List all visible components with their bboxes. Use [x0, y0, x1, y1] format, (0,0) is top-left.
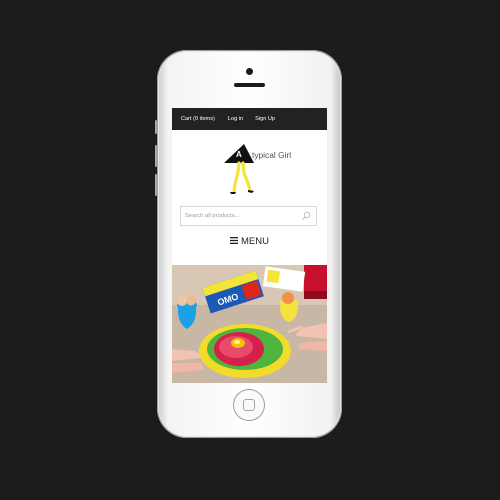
- phone-frame: Cart (0 items) Log in Sign Up A typical …: [155, 50, 342, 438]
- mute-switch: [155, 120, 157, 134]
- hamburger-icon: [230, 237, 238, 244]
- home-button-icon: [243, 399, 255, 411]
- hero-image[interactable]: OMO: [172, 265, 327, 383]
- home-button[interactable]: [234, 390, 264, 420]
- search-box: [180, 206, 317, 226]
- search-icon[interactable]: [301, 211, 311, 221]
- top-nav-bar: Cart (0 items) Log in Sign Up: [172, 108, 327, 130]
- volume-up-button: [155, 145, 157, 167]
- login-link[interactable]: Log in: [228, 116, 243, 122]
- volume-down-button: [155, 174, 157, 196]
- earpiece-speaker: [234, 83, 265, 87]
- menu-label: MENU: [241, 236, 269, 247]
- search-input[interactable]: [185, 209, 295, 223]
- signup-link[interactable]: Sign Up: [255, 116, 275, 122]
- logo-graphic: [224, 144, 254, 194]
- site-logo[interactable]: A typical Girl: [172, 130, 327, 195]
- front-camera: [246, 68, 253, 75]
- phone-screen: Cart (0 items) Log in Sign Up A typical …: [172, 108, 327, 383]
- logo-name: typical Girl: [252, 150, 292, 160]
- menu-toggle[interactable]: MENU: [172, 236, 327, 247]
- cart-link[interactable]: Cart (0 items): [181, 116, 215, 122]
- logo-letter: A: [236, 150, 242, 159]
